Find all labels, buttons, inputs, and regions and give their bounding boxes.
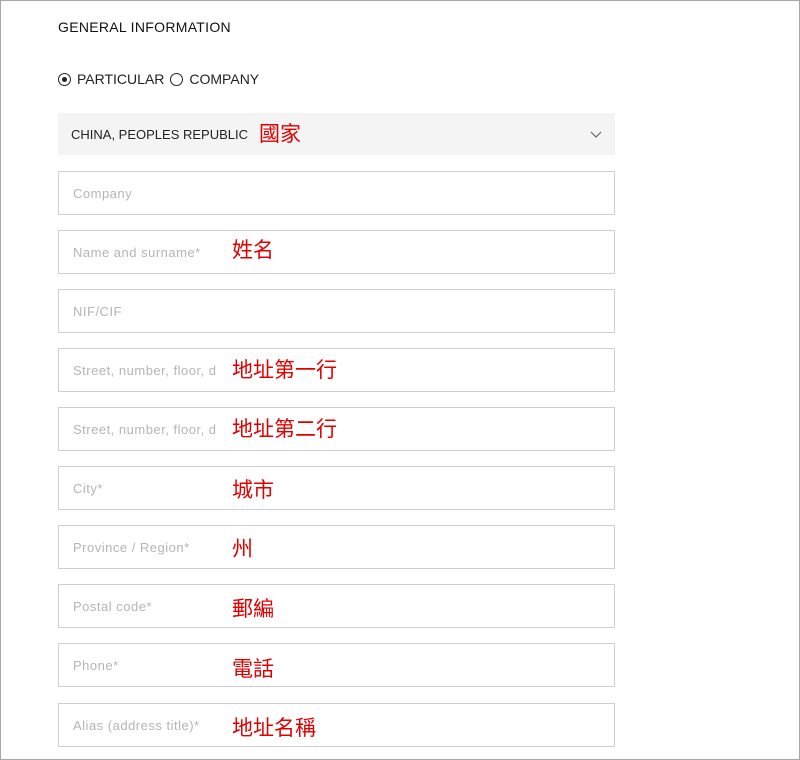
country-select[interactable]: CHINA, PEOPLES REPUBLIC — [58, 113, 615, 155]
name-field — [58, 230, 615, 274]
alias-field — [58, 703, 615, 747]
customer-type-radio-group: PARTICULAR COMPANY — [58, 70, 265, 88]
company-input[interactable] — [59, 172, 614, 214]
alias-input[interactable] — [59, 704, 614, 746]
street1-field — [58, 348, 615, 392]
radio-particular-label: PARTICULAR — [77, 71, 165, 87]
street2-field — [58, 407, 615, 451]
nif-field — [58, 289, 615, 333]
country-select-value: CHINA, PEOPLES REPUBLIC — [71, 127, 248, 142]
radio-particular[interactable]: PARTICULAR — [58, 71, 170, 87]
company-field — [58, 171, 615, 215]
phone-field — [58, 643, 615, 687]
city-input[interactable] — [59, 467, 614, 509]
radio-unchecked-icon[interactable] — [170, 72, 184, 86]
chevron-down-icon — [590, 131, 602, 138]
province-input[interactable] — [59, 526, 614, 568]
city-field — [58, 466, 615, 510]
street2-input[interactable] — [59, 408, 614, 450]
street1-input[interactable] — [59, 349, 614, 391]
radio-checked-icon[interactable] — [58, 72, 71, 86]
nif-input[interactable] — [59, 290, 614, 332]
postal-field — [58, 584, 615, 628]
phone-input[interactable] — [59, 644, 614, 686]
name-input[interactable] — [59, 231, 614, 273]
section-title: GENERAL INFORMATION — [58, 19, 231, 35]
radio-company[interactable]: COMPANY — [170, 71, 265, 87]
province-field — [58, 525, 615, 569]
postal-input[interactable] — [59, 585, 614, 627]
radio-company-label: COMPANY — [189, 71, 260, 87]
